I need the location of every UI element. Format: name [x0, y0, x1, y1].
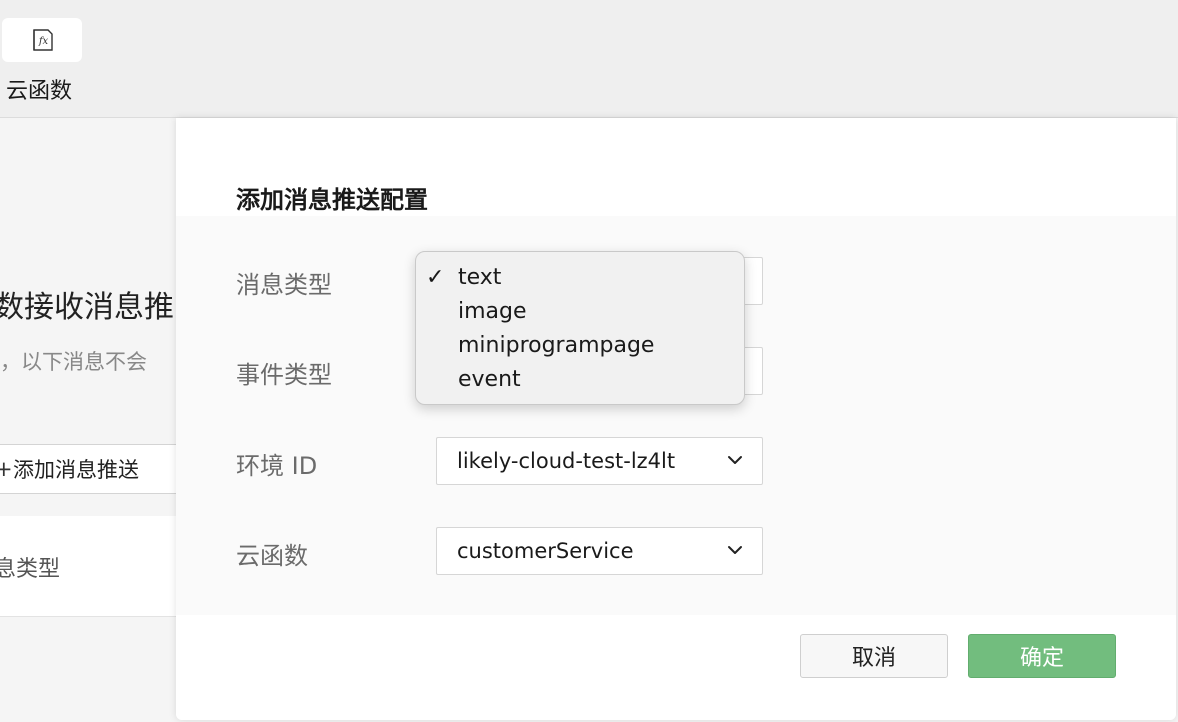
dropdown-option-image[interactable]: image [458, 297, 527, 327]
dialog-footer: 取消 确定 [176, 615, 1176, 720]
toolbar: fx 云函数 [0, 0, 1178, 118]
dialog-title: 添加消息推送配置 [236, 186, 428, 214]
add-message-push-label: 添加消息推送 [13, 458, 139, 482]
cloud-function-label: 云函数 [236, 542, 308, 570]
cloud-function-tool-label: 云函数 [6, 79, 73, 104]
cloud-function-select[interactable]: customerService [436, 527, 763, 575]
add-push-config-dialog: 添加消息推送配置 消息类型 事件类型 环境 ID likely-cloud-te… [176, 118, 1176, 720]
cancel-button[interactable]: 取消 [800, 634, 948, 678]
fx-icon: fx [33, 29, 53, 51]
table-column-message-type: 息类型 [0, 557, 61, 582]
event-type-label: 事件类型 [236, 361, 332, 389]
cloud-function-value: customerService [457, 539, 634, 563]
add-message-push-button[interactable]: + 添加消息推送 [0, 444, 188, 494]
chevron-down-icon [728, 456, 742, 464]
confirm-button[interactable]: 确定 [968, 634, 1116, 678]
dropdown-option-text[interactable]: text [458, 263, 501, 293]
message-type-label: 消息类型 [236, 271, 332, 299]
env-id-label: 环境 ID [236, 452, 318, 480]
page-subtext: ，以下消息不会 [0, 350, 147, 374]
dropdown-option-event[interactable]: event [458, 365, 521, 395]
env-id-select[interactable]: likely-cloud-test-lz4lt [436, 437, 763, 485]
svg-text:fx: fx [38, 36, 49, 47]
plus-icon: + [0, 457, 13, 481]
page-heading: 数接收消息推 [0, 290, 174, 325]
cloud-function-tool-button[interactable]: fx [2, 18, 82, 62]
chevron-down-icon [728, 546, 742, 554]
checkmark-icon: ✓ [426, 265, 445, 290]
env-id-value: likely-cloud-test-lz4lt [457, 449, 676, 473]
message-type-dropdown-menu: ✓ text image miniprogrampage event [415, 251, 745, 405]
dropdown-option-miniprogrampage[interactable]: miniprogrampage [458, 331, 654, 361]
